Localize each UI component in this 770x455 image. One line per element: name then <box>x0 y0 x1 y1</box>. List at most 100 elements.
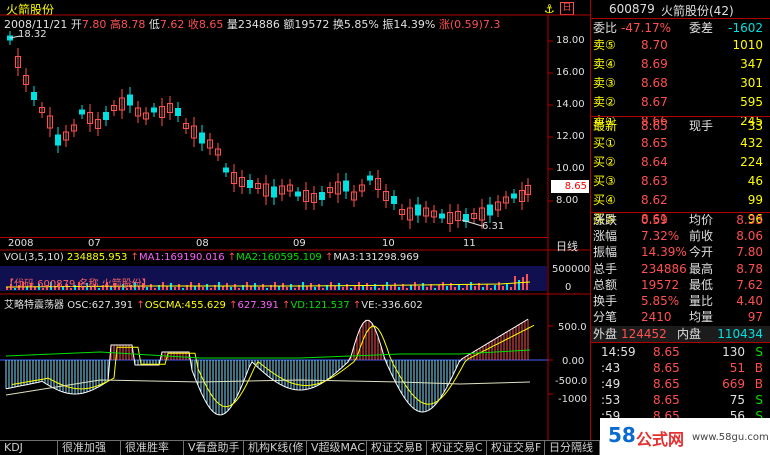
tick-volume: 51 <box>729 361 745 375</box>
indicator-tab[interactable]: 权证交易B <box>367 441 427 455</box>
price-axis-tick: 8.00 <box>556 195 579 206</box>
stat-value: 7.62 <box>736 277 763 292</box>
buy-price: 8.62 <box>641 193 668 207</box>
volume-bar <box>342 287 344 290</box>
volume-bar <box>442 282 444 290</box>
buy-volume: 224 <box>740 155 763 169</box>
candle-body <box>247 180 253 188</box>
volume-bar <box>178 284 180 290</box>
volume-bar <box>450 283 452 290</box>
indicator-tab[interactable]: 权证交易C <box>427 441 487 455</box>
osc-oscma: OSCMA:455.629 <box>144 300 226 311</box>
stat-value: 5.85% <box>641 294 680 308</box>
stat-value: 7.80 <box>736 245 763 260</box>
indicator-tab[interactable]: 日分隔线 <box>545 441 600 455</box>
stat-label: 振幅 <box>593 245 618 260</box>
stat-value: 19572 <box>641 277 680 292</box>
buy-price: 8.64 <box>641 155 668 169</box>
inner-value: 110434 <box>717 327 763 341</box>
volume-bar <box>194 286 196 290</box>
stat-label: 最低 <box>689 277 714 292</box>
indicator-tab-bar: KDJ很准加强很准胜率V看盘助手机构K线(修V超级MACD权证交易B权证交易C权… <box>0 440 600 455</box>
volume-bar <box>222 286 224 290</box>
candle-body <box>295 191 301 197</box>
sell-label: 卖② <box>593 95 616 109</box>
candle-body <box>31 92 37 100</box>
volume-bar <box>322 288 324 290</box>
indicator-tab[interactable]: 机构K线(修 <box>244 441 307 455</box>
month-label: 11 <box>463 238 476 249</box>
period-label[interactable]: 日线 <box>556 238 578 254</box>
outer-label: 外盘 <box>593 327 618 341</box>
volume-bar <box>398 287 400 290</box>
weicha-label: 委差 <box>689 21 714 35</box>
volume-bar <box>310 283 312 290</box>
tick-time: 14:59 <box>601 345 636 359</box>
tick-row: 14:59 8.65 130 S <box>591 344 770 360</box>
price-axis-tick: 12.00 <box>556 131 585 142</box>
sell-price: 8.70 <box>641 38 668 52</box>
volume-bar <box>406 288 408 290</box>
volume-bar <box>518 280 520 290</box>
tick-row: :43 8.65 51 B <box>591 360 770 376</box>
volume-bar <box>422 283 424 290</box>
volume-bar <box>230 287 232 290</box>
osc-tick: 500.0 <box>558 322 587 333</box>
outer-inner-row: 外盘 124452 内盘 110434 <box>591 326 770 342</box>
buy-row: 买④ 8.62 99 <box>591 192 770 208</box>
sell-row: 卖⑤ 8.70 1010 <box>591 37 770 53</box>
vol-tick: 500000 <box>552 264 591 275</box>
sell-row: 卖③ 8.68 301 <box>591 75 770 91</box>
vol-ma2: MA2:160595.109 <box>236 252 322 263</box>
kline-svg <box>0 14 590 440</box>
candle-body <box>223 167 229 173</box>
month-label: 2008 <box>8 238 34 249</box>
indicator-tab[interactable]: 很准加强 <box>58 441 121 455</box>
volume-bar <box>258 287 260 290</box>
outer-value: 124452 <box>621 327 667 341</box>
buy-label: 买② <box>593 155 616 169</box>
tick-volume: 130 <box>722 345 745 359</box>
volume-bar <box>362 286 364 290</box>
buy-volume: 46 <box>747 174 763 188</box>
tick-time: :53 <box>601 393 621 407</box>
last-value: 8.65 <box>641 119 668 133</box>
buy-price: 8.65 <box>641 136 668 150</box>
indicator-tab[interactable]: KDJ <box>0 441 58 455</box>
volume-bar <box>366 283 368 290</box>
stat-label: 均量 <box>689 310 714 325</box>
osc-osc: OSC:627.391 <box>67 300 134 311</box>
tick-row: :53 8.65 75 S <box>591 392 770 408</box>
stat-row: 换手 5.85% 量比 4.40 <box>591 293 770 309</box>
indicator-tab[interactable]: 很准胜率 <box>121 441 184 455</box>
code-band-label: 【代码 600879 名称 火箭股份】 <box>4 279 152 290</box>
volume-bar <box>490 288 492 290</box>
tick-side: S <box>755 345 763 359</box>
stat-label: 前收 <box>689 229 714 244</box>
sell-price: 8.67 <box>641 95 668 109</box>
candle-body <box>367 175 373 181</box>
volume-bar <box>318 284 320 290</box>
volume-bar <box>262 284 264 290</box>
stat-value: 2410 <box>641 310 672 325</box>
vol-tick: 0 <box>565 282 572 293</box>
osc-vd: VD:121.537 <box>290 300 350 311</box>
stat-label: 最高 <box>689 261 714 276</box>
buy-label: 买③ <box>593 174 616 188</box>
osc-v3: 627.391 <box>237 300 279 311</box>
volume-bar <box>154 288 156 290</box>
last-price-badge: 8.65 <box>551 180 589 193</box>
indicator-tab[interactable]: V超级MACD <box>307 441 367 455</box>
volume-bar <box>314 287 316 290</box>
indicator-tab[interactable]: V看盘助手 <box>184 441 244 455</box>
volume-bar <box>446 286 448 290</box>
sell-row: 卖④ 8.69 347 <box>591 56 770 72</box>
volume-bar <box>278 286 280 290</box>
stat-row: 总手 234886 最高 8.78 <box>591 261 770 277</box>
volume-bar <box>474 286 476 290</box>
osc-tick: -1000 <box>558 394 588 405</box>
kline-chart-area[interactable]: 火箭股份 2008/11/21 开7.80 高8.78 低7.62 收8.65 … <box>0 0 590 440</box>
tick-side: S <box>755 393 763 407</box>
price-axis-tick: 10.00 <box>556 163 585 174</box>
indicator-tab[interactable]: 权证交易F <box>487 441 545 455</box>
